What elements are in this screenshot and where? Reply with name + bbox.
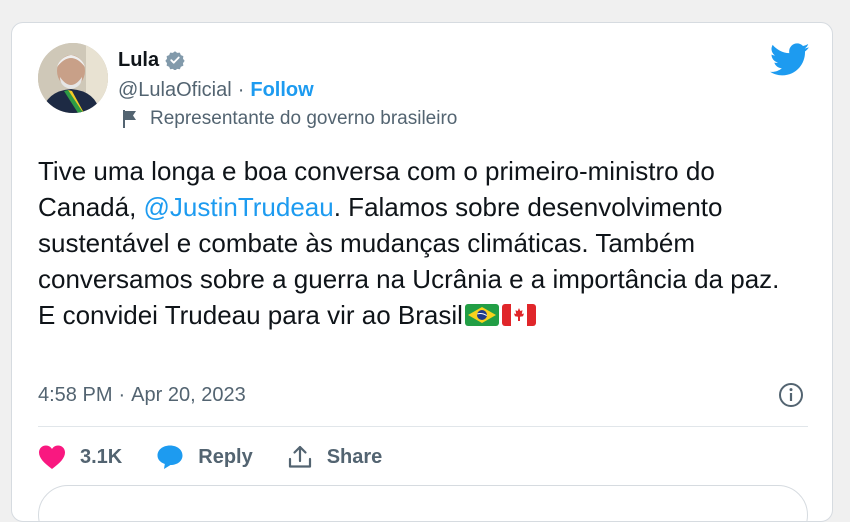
heart-icon [39, 445, 65, 469]
like-count: 3.1K [80, 445, 123, 468]
tweet-text: Tive uma longa e boa conversa com o prim… [38, 153, 798, 333]
flag-icon [122, 109, 140, 129]
tweet-meta: 4:58 PM · Apr 20, 2023 [38, 381, 246, 409]
separator-dot: · [118, 383, 126, 406]
author-handle[interactable]: @LulaOficial [118, 79, 232, 102]
action-bar: 3.1K Reply Share [38, 441, 416, 473]
share-button[interactable]: Share [287, 444, 383, 470]
twitter-bird-icon[interactable] [769, 43, 810, 77]
info-icon[interactable] [778, 382, 804, 408]
like-button[interactable]: 3.1K [38, 444, 122, 470]
verified-badge-icon [165, 50, 185, 71]
mention-link[interactable]: @JustinTrudeau [144, 192, 334, 222]
tweet-date[interactable]: Apr 20, 2023 [131, 384, 246, 407]
government-label[interactable]: Representante do governo brasileiro [122, 107, 457, 131]
avatar[interactable] [38, 43, 108, 113]
tweet-card: Lula @LulaOficial · Follow Representante… [11, 22, 833, 522]
brazil-flag-emoji [464, 300, 500, 326]
separator-dot: · [237, 78, 245, 101]
reply-label: Reply [198, 445, 253, 468]
share-label: Share [326, 445, 383, 468]
divider [38, 426, 808, 427]
share-icon [288, 445, 311, 468]
canada-flag-emoji [501, 300, 537, 326]
tweet-time[interactable]: 4:58 PM [38, 384, 112, 407]
handle-row: @LulaOficial · Follow [118, 77, 314, 103]
government-label-text: Representante do governo brasileiro [150, 108, 458, 129]
reply-bubble-icon [157, 445, 183, 469]
author-name[interactable]: Lula [118, 49, 159, 72]
read-replies-button[interactable] [38, 485, 808, 521]
author-name-row[interactable]: Lula [118, 47, 185, 73]
reply-button[interactable]: Reply [156, 444, 253, 470]
follow-button[interactable]: Follow [250, 79, 313, 102]
